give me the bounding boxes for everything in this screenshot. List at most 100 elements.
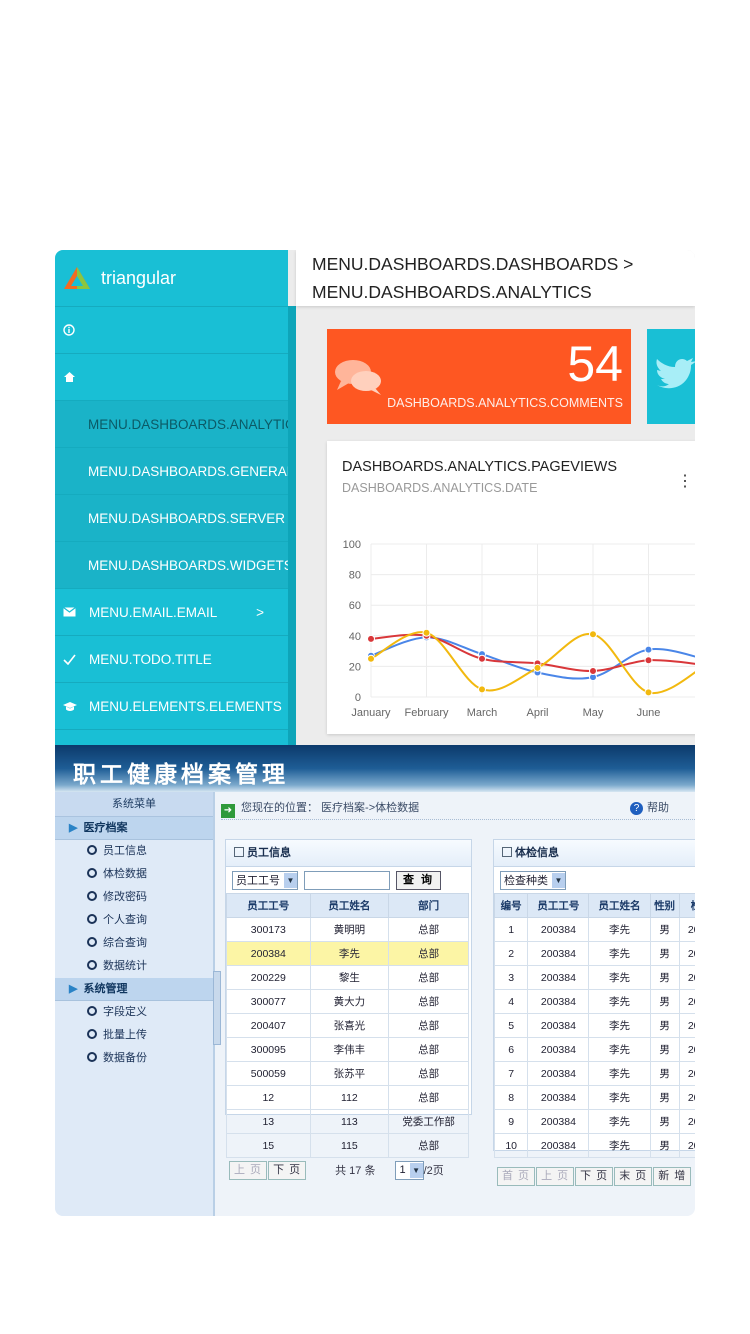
side-menu-item[interactable]: 综合查询 <box>55 932 213 955</box>
side-menu-item[interactable]: 数据统计 <box>55 955 213 978</box>
exam-pager-button[interactable]: 上 页 <box>536 1166 575 1186</box>
page-count: /2页 <box>423 1165 444 1177</box>
employee-field-select[interactable]: 员工工号 ▼ <box>232 870 298 890</box>
exam-type-select[interactable]: 检查种类 ▼ <box>500 870 566 890</box>
table-row[interactable]: 200384 李先 总部 <box>226 941 469 966</box>
sidebar-item-label: MENU.TODO.TITLE <box>89 651 212 667</box>
checkbox-icon <box>502 847 512 857</box>
side-menu-item[interactable]: 员工信息 <box>55 840 213 863</box>
table-cell: 200384 <box>527 917 590 942</box>
side-menu: ▶ 医疗档案 员工信息 体检数据 修改密码个人查询综合查询 数据统计 ▶ 系统管理 字段定义 批量… <box>55 817 213 1070</box>
side-menu-item-label: 个人查询 <box>103 914 147 926</box>
table-row[interactable]: 13 113 党委工作部 <box>226 1109 469 1134</box>
table-cell: 200384 <box>527 1133 590 1158</box>
page-select[interactable]: 1 ▼ <box>395 1160 424 1180</box>
table-row[interactable]: 12 112 总部 <box>226 1085 469 1110</box>
arrow-right-icon: ➜ <box>221 804 235 818</box>
table-cell: 2010- <box>678 1109 695 1134</box>
brand-name: triangular <box>101 267 177 288</box>
column-header[interactable]: 部门 <box>388 893 469 918</box>
table-row[interactable]: 500059 张苏平 总部 <box>226 1061 469 1086</box>
side-menu-item[interactable]: 批量上传 <box>55 1024 213 1047</box>
table-cell: 男 <box>649 917 680 942</box>
twitter-tile[interactable] <box>647 329 695 424</box>
side-menu-group[interactable]: ▶ 医疗档案 <box>55 817 213 840</box>
side-menu-group-label: 医疗档案 <box>83 822 128 834</box>
table-row[interactable]: 5200384李先男2010- <box>493 1013 695 1038</box>
side-menu-item[interactable]: 体检数据 <box>55 863 213 886</box>
exam-pager-button[interactable]: 下 页 <box>575 1166 614 1186</box>
side-menu-item[interactable]: 字段定义 <box>55 1001 213 1024</box>
table-row[interactable]: 8200384李先男2010- <box>493 1085 695 1110</box>
table-cell: 5 <box>493 1013 529 1038</box>
side-menu-group[interactable]: ▶ 系统管理 <box>55 978 213 1001</box>
sidebar-item-menu-dashboards-general[interactable]: MENU.DASHBOARDS.GENERAL <box>55 448 288 495</box>
table-cell: 2 <box>493 941 529 966</box>
sidebar-item-menu-elements-elements[interactable]: MENU.ELEMENTS.ELEMENTS <box>55 683 288 730</box>
sidebar-collapse-handle[interactable] <box>213 971 221 1045</box>
comments-tile[interactable]: 54 DASHBOARDS.ANALYTICS.COMMENTS <box>327 329 631 424</box>
table-row[interactable]: 6200384李先男2010- <box>493 1037 695 1062</box>
help-link[interactable]: ? 帮助 <box>630 797 669 819</box>
side-menu-item[interactable]: 数据备份 <box>55 1047 213 1070</box>
table-row[interactable]: 4200384李先男2012- <box>493 989 695 1014</box>
column-header[interactable]: 性别 <box>649 893 680 918</box>
table-row[interactable]: 9200384李先男2010- <box>493 1109 695 1134</box>
search-button[interactable]: 查 询 <box>396 870 442 890</box>
sidebar-nav: MENU.DASHBOARDS.ANALYTICS MENU.DASHBOARDS… <box>55 307 288 745</box>
bullet-icon <box>87 868 97 878</box>
table-cell: 300077 <box>226 989 311 1014</box>
column-header[interactable]: 编号 <box>493 893 529 918</box>
sidebar-item-menu-email-email[interactable]: MENU.EMAIL.EMAIL > <box>55 589 288 636</box>
sidebar-item-menu-ui-ui[interactable]: MENU.UI.UI> <box>55 730 288 745</box>
comments-count: 54 <box>567 336 623 392</box>
table-row[interactable]: 200229 黎生 总部 <box>226 965 469 990</box>
exam-pager-button[interactable]: 新 增 <box>653 1166 692 1186</box>
sidebar-item-label: MENU.ELEMENTS.ELEMENTS <box>89 698 282 714</box>
sidebar-item-menu-todo-title[interactable]: MENU.TODO.TITLE <box>55 636 288 683</box>
table-row[interactable]: 200407 张喜光 总部 <box>226 1013 469 1038</box>
x-tick-label: June <box>637 707 661 719</box>
data-point <box>367 654 375 663</box>
table-row[interactable]: 7200384李先男2010- <box>493 1061 695 1086</box>
table-cell: 李先 <box>588 989 651 1014</box>
exam-table-header: 编号员工工号员工姓名性别检查 <box>493 893 695 918</box>
prev-page-button[interactable]: 上 页 <box>229 1160 268 1180</box>
side-menu-item[interactable]: 个人查询 <box>55 909 213 932</box>
brand[interactable]: triangular <box>55 250 288 307</box>
table-cell: 6 <box>493 1037 529 1062</box>
table-row[interactable]: 10200384李先男2010- <box>493 1133 695 1158</box>
next-page-button[interactable]: 下 页 <box>268 1160 307 1180</box>
sidebar-item-home[interactable] <box>55 354 288 401</box>
side-menu-item[interactable]: 修改密码 <box>55 886 213 909</box>
sidebar-item-menu-dashboards-widgets[interactable]: MENU.DASHBOARDS.WIDGETS <box>55 542 288 589</box>
table-row[interactable]: 1200384李先男2012- <box>493 917 695 942</box>
table-row[interactable]: 300173 黄明明 总部 <box>226 917 469 942</box>
column-header[interactable]: 员工工号 <box>527 893 590 918</box>
sidebar-item-menu-dashboards-server[interactable]: MENU.DASHBOARDS.SERVER <box>55 495 288 542</box>
breadcrumb[interactable]: MENU.DASHBOARDS.DASHBOARDS > MENU.DASHBO… <box>296 250 695 306</box>
table-row[interactable]: 300077 黄大力 总部 <box>226 989 469 1014</box>
table-row[interactable]: 2200384李先男2012- <box>493 941 695 966</box>
column-header[interactable]: 检查 <box>678 893 695 918</box>
hr-sidebar: 系统菜单 ▶ 医疗档案 员工信息 体检数据 修改密码 个人查询 综合查询 数据统计 ▶ 系统管理字… <box>55 792 215 1216</box>
exam-pager-button[interactable]: 首 页 <box>497 1166 536 1186</box>
table-cell: 200384 <box>226 941 311 966</box>
column-header[interactable]: 员工工号 <box>226 893 311 918</box>
column-header[interactable]: 员工姓名 <box>588 893 651 918</box>
column-header[interactable]: 员工姓名 <box>309 893 390 918</box>
table-row[interactable]: 300095 李伟丰 总部 <box>226 1037 469 1062</box>
employee-toolbar: 员工工号 ▼ 查 询 <box>226 867 471 893</box>
table-row[interactable]: 3200384李先男2012- <box>493 965 695 990</box>
employee-panel-title: 员工信息 <box>247 847 291 859</box>
sidebar-item-label: MENU.EMAIL.EMAIL <box>89 604 218 620</box>
side-menu-item-label: 数据备份 <box>103 1052 147 1064</box>
data-point <box>589 666 597 675</box>
table-cell: 2010- <box>678 1037 695 1062</box>
table-row[interactable]: 15 115 总部 <box>226 1133 469 1158</box>
sidebar-item-info[interactable] <box>55 307 288 354</box>
exam-pager-button[interactable]: 末 页 <box>614 1166 653 1186</box>
sidebar-item-menu-dashboards-analytics[interactable]: MENU.DASHBOARDS.ANALYTICS <box>55 401 288 448</box>
employee-search-input[interactable] <box>304 870 390 890</box>
sidebar-scrollbar[interactable] <box>288 306 296 745</box>
